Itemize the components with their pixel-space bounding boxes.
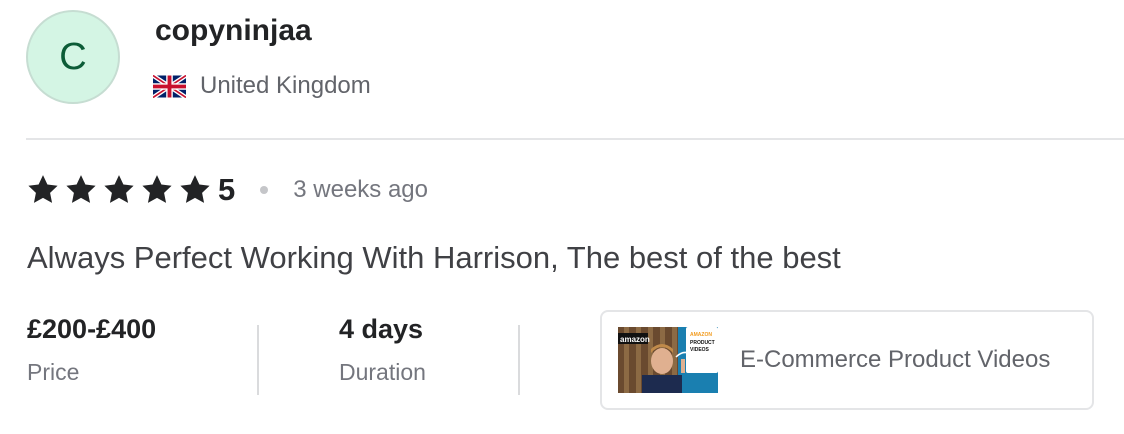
metric-divider: [518, 325, 520, 395]
star-icon: [28, 175, 58, 203]
svg-text:VIDEOS: VIDEOS: [690, 347, 710, 353]
gig-title[interactable]: E-Commerce Product Videos: [740, 346, 1050, 374]
svg-text:PRODUCT: PRODUCT: [690, 340, 715, 346]
gig-thumbnail-image: amazon AMAZON PRODUCT VIDEOS: [618, 327, 718, 393]
svg-text:amazon: amazon: [620, 335, 650, 344]
star-icon: [180, 175, 210, 203]
price-metric: £200-£400 Price: [27, 314, 156, 386]
gig-thumbnail[interactable]: amazon AMAZON PRODUCT VIDEOS: [618, 327, 718, 393]
avatar[interactable]: C: [26, 10, 120, 104]
separator-dot: [260, 186, 269, 194]
star-icon: [104, 175, 134, 203]
review-time: 3 weeks ago: [293, 176, 429, 203]
rating-score: 5: [218, 172, 236, 207]
duration-metric: 4 days Duration: [339, 314, 426, 386]
star-icon: [142, 175, 172, 203]
reviewer-country: United Kingdom: [153, 72, 371, 100]
svg-text:AMAZON: AMAZON: [690, 332, 712, 338]
duration-value: 4 days: [339, 314, 424, 344]
rating-row: 5 3 weeks ago: [26, 172, 428, 208]
uk-flag-icon: [153, 74, 186, 98]
country-name: United Kingdom: [200, 72, 371, 99]
metric-divider: [257, 325, 259, 395]
price-label: Price: [27, 359, 80, 385]
price-value: £200-£400: [27, 314, 157, 344]
star-icon: [66, 175, 96, 203]
divider: [26, 138, 1124, 140]
gig-card[interactable]: amazon AMAZON PRODUCT VIDEOS E-Commerce …: [600, 310, 1094, 410]
duration-label: Duration: [339, 359, 426, 385]
star-rating: [26, 173, 212, 207]
review-text: Always Perfect Working With Harrison, Th…: [27, 240, 841, 275]
reviewer-username[interactable]: copyninjaa: [155, 14, 312, 48]
avatar-initial: C: [59, 35, 87, 78]
